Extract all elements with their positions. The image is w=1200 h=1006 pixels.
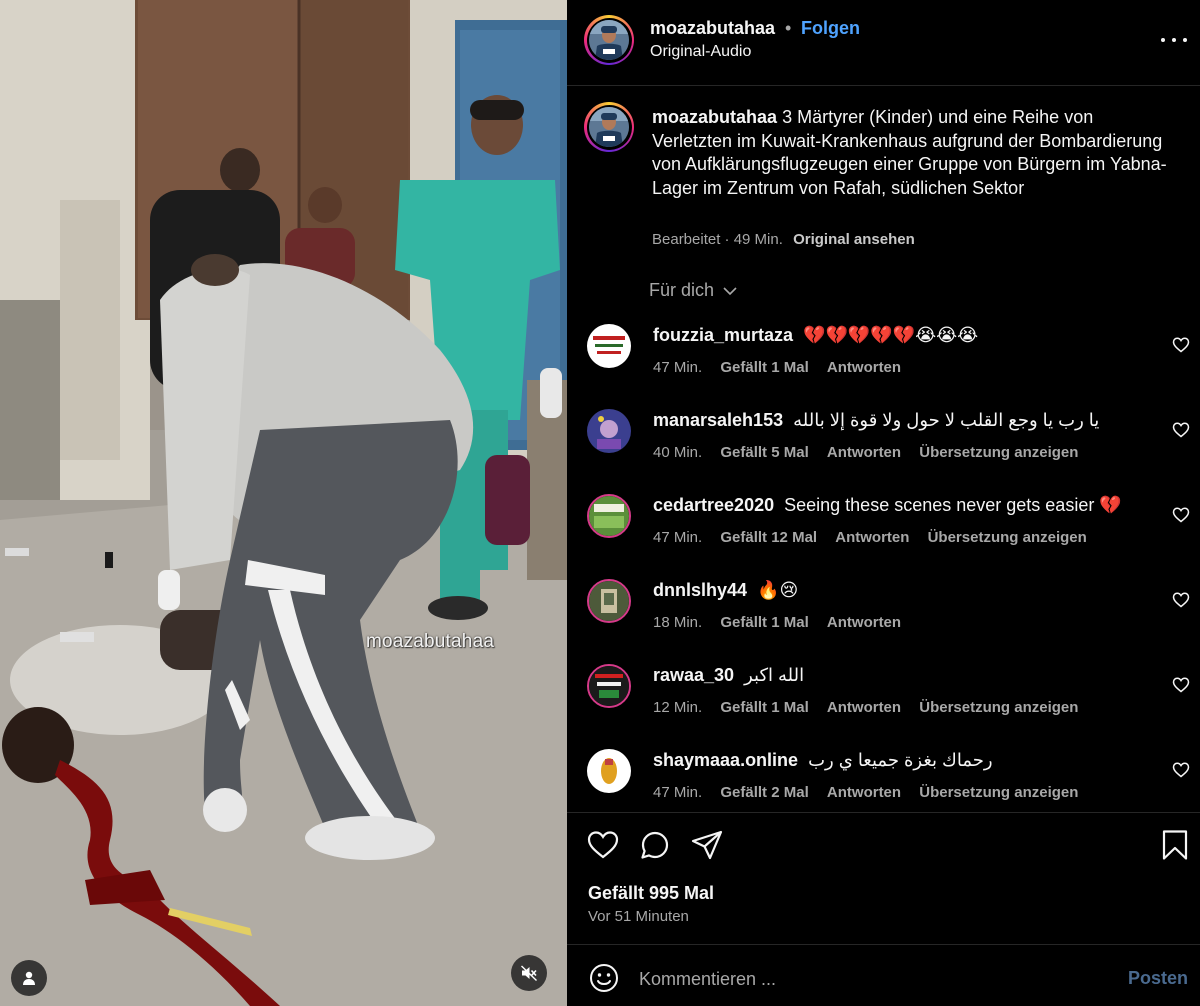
post-timestamp: Vor 51 Minuten (588, 908, 689, 925)
comment-likes[interactable]: Gefällt 1 Mal (720, 614, 808, 631)
comment-sort-dropdown[interactable]: Für dich (649, 280, 738, 301)
comment-item: rawaa_30 الله اكبر 12 Min. Gefällt 1 Mal… (567, 652, 1200, 737)
heart-icon[interactable] (1172, 336, 1190, 354)
reply-button[interactable]: Antworten (827, 784, 901, 801)
audio-label[interactable]: Original-Audio (650, 43, 751, 61)
comment-likes[interactable]: Gefällt 5 Mal (720, 444, 808, 461)
commenter-avatar[interactable] (587, 494, 631, 538)
see-translation-button[interactable]: Übersetzung anzeigen (928, 529, 1087, 546)
reply-button[interactable]: Antworten (827, 699, 901, 716)
chevron-down-icon (723, 286, 737, 295)
comment-text: يا رب يا وجع القلب لا حول ولا قوة إلا با… (793, 410, 1100, 430)
divider (567, 944, 1200, 945)
reply-button[interactable]: Antworten (827, 359, 901, 376)
divider (567, 812, 1200, 813)
comment-time: 40 Min. (653, 444, 703, 461)
post-video[interactable]: moazabutahaa (0, 0, 567, 1006)
comment-item: cedartree2020 Seeing these scenes never … (567, 482, 1200, 567)
heart-icon[interactable] (1172, 676, 1190, 694)
video-watermark: moazabutahaa (366, 631, 495, 652)
person-icon (23, 971, 35, 985)
post-header: moazabutahaa • Folgen Original-Audio (567, 0, 1200, 86)
more-options-button[interactable] (1161, 30, 1187, 50)
commenter-avatar[interactable] (587, 409, 631, 453)
comment-item: dnnlslhy44 🔥😢 18 Min. Gefällt 1 Mal Antw… (567, 567, 1200, 652)
comment-time: 18 Min. (653, 614, 703, 631)
comment-time: 47 Min. (653, 784, 703, 801)
sort-label: Für dich (649, 280, 715, 300)
heart-icon[interactable] (1172, 591, 1190, 609)
commenter-avatar[interactable] (587, 749, 631, 793)
reply-button[interactable]: Antworten (827, 614, 901, 631)
commenter-username[interactable]: cedartree2020 (653, 495, 774, 515)
commenter-avatar[interactable] (587, 664, 631, 708)
reply-button[interactable]: Antworten (835, 529, 909, 546)
heart-icon[interactable] (1172, 506, 1190, 524)
caption-author-avatar[interactable] (584, 102, 634, 152)
comment-text: 🔥😢 (757, 580, 799, 600)
commenter-username[interactable]: rawaa_30 (653, 665, 734, 685)
comment-icon[interactable] (638, 828, 672, 862)
comment-item: fouzzia_murtaza 💔💔💔💔💔😭😭😭 47 Min. Gefällt… (567, 312, 1200, 397)
caption-text-block: moazabutahaa 3 Märtyrer (Kinder) und ein… (652, 106, 1172, 200)
comment-likes[interactable]: Gefällt 1 Mal (720, 359, 808, 376)
bookmark-icon[interactable] (1158, 828, 1192, 862)
caption-edited-time: Bearbeitet · 49 Min. (652, 231, 783, 248)
comment-likes[interactable]: Gefällt 12 Mal (720, 529, 817, 546)
author-avatar[interactable] (584, 15, 634, 65)
comment-likes[interactable]: Gefällt 2 Mal (720, 784, 808, 801)
follow-button[interactable]: Folgen (801, 18, 860, 39)
header-separator: • (785, 18, 792, 38)
comment-item: shaymaaa.online رحماك بغزة جميعا ي رب 47… (567, 737, 1200, 822)
comment-time: 47 Min. (653, 359, 703, 376)
see-original-link[interactable]: Original ansehen (793, 231, 915, 248)
author-photo (589, 107, 629, 147)
commenter-username[interactable]: fouzzia_murtaza (653, 325, 793, 345)
caption-meta: Bearbeitet · 49 Min. Original ansehen (652, 231, 915, 248)
like-count[interactable]: Gefällt 995 Mal (588, 883, 714, 904)
commenter-username[interactable]: dnnlslhy44 (653, 580, 747, 600)
comment-text: الله اكبر (744, 665, 805, 685)
caption-username[interactable]: moazabutahaa (652, 107, 777, 127)
speaker-muted-icon (521, 965, 537, 982)
commenter-username[interactable]: shaymaaa.online (653, 750, 798, 770)
author-photo (589, 20, 629, 60)
post-comment-button[interactable]: Posten (1128, 968, 1188, 989)
see-translation-button[interactable]: Übersetzung anzeigen (919, 784, 1078, 801)
mute-toggle-button[interactable] (511, 955, 547, 991)
comment-item: manarsaleh153 يا رب يا وجع القلب لا حول … (567, 397, 1200, 482)
commenter-username[interactable]: manarsaleh153 (653, 410, 783, 430)
video-frame (0, 0, 567, 1006)
comment-text: 💔💔💔💔💔😭😭😭 (803, 325, 979, 345)
comment-input[interactable] (639, 964, 1099, 994)
commenter-avatar[interactable] (587, 324, 631, 368)
heart-icon[interactable] (586, 828, 620, 862)
more-horizontal-icon (1161, 38, 1165, 42)
tagged-users-button[interactable] (11, 960, 47, 996)
reply-button[interactable]: Antworten (827, 444, 901, 461)
commenter-avatar[interactable] (587, 579, 631, 623)
comment-time: 47 Min. (653, 529, 703, 546)
comment-likes[interactable]: Gefällt 1 Mal (720, 699, 808, 716)
comment-text: Seeing these scenes never gets easier 💔 (784, 495, 1122, 515)
paper-plane-icon[interactable] (690, 828, 724, 862)
comment-time: 12 Min. (653, 699, 703, 716)
comment-text: رحماك بغزة جميعا ي رب (808, 750, 993, 770)
see-translation-button[interactable]: Übersetzung anzeigen (919, 699, 1078, 716)
heart-icon[interactable] (1172, 421, 1190, 439)
post-details-panel: moazabutahaa • Folgen Original-Audio moa… (567, 0, 1200, 1006)
author-username[interactable]: moazabutahaa (650, 18, 775, 39)
see-translation-button[interactable]: Übersetzung anzeigen (919, 444, 1078, 461)
heart-icon[interactable] (1172, 761, 1190, 779)
smiley-icon[interactable] (588, 962, 620, 994)
